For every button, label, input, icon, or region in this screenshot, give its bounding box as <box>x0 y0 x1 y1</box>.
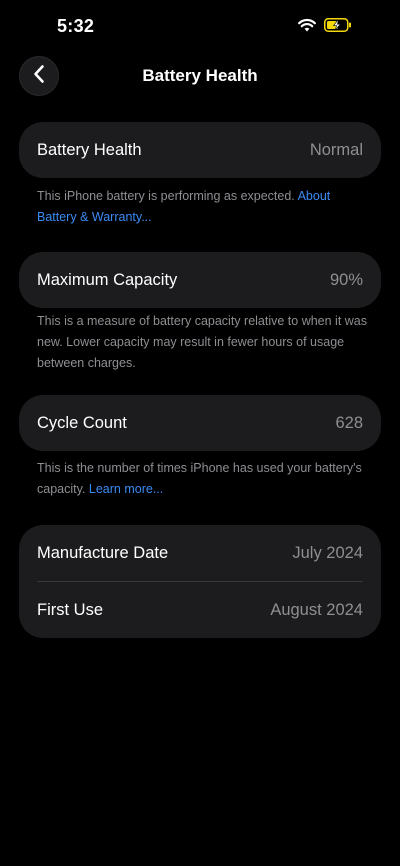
battery-health-note: This iPhone battery is performing as exp… <box>37 186 367 228</box>
status-time: 5:32 <box>57 16 95 36</box>
wifi-icon <box>298 18 316 37</box>
cycle-count-note-text: This is the number of times iPhone has u… <box>37 461 362 496</box>
battery-health-row: Battery Health Normal <box>19 122 381 178</box>
cycle-count-note: This is the number of times iPhone has u… <box>37 458 367 500</box>
first-use-label: First Use <box>37 600 103 619</box>
manufacture-date-value: July 2024 <box>292 543 363 562</box>
battery-health-value: Normal <box>309 140 363 159</box>
nav-bar: Battery Health <box>0 54 400 98</box>
first-use-row: First Use August 2024 <box>19 582 381 638</box>
dates-card: Manufacture Date July 2024 First Use Aug… <box>19 525 381 638</box>
battery-health-card: Battery Health Normal <box>19 122 381 178</box>
cycle-count-value: 628 <box>335 413 363 432</box>
maximum-capacity-label: Maximum Capacity <box>37 270 178 289</box>
manufacture-date-row: Manufacture Date July 2024 <box>19 525 381 581</box>
cycle-count-row: Cycle Count 628 <box>19 395 381 451</box>
page-title: Battery Health <box>142 66 258 85</box>
status-bar: 5:32 <box>0 0 400 52</box>
battery-health-note-text: This iPhone battery is performing as exp… <box>37 189 295 203</box>
maximum-capacity-card: Maximum Capacity 90% <box>19 252 381 308</box>
first-use-value: August 2024 <box>270 600 363 619</box>
manufacture-date-label: Manufacture Date <box>37 543 169 562</box>
maximum-capacity-note: This is a measure of battery capacity re… <box>37 314 368 370</box>
maximum-capacity-value: 90% <box>329 270 363 289</box>
status-icons <box>298 18 352 37</box>
learn-more-link[interactable]: Learn more... <box>89 482 163 496</box>
maximum-capacity-row: Maximum Capacity 90% <box>19 252 381 308</box>
cycle-count-label: Cycle Count <box>37 413 127 432</box>
cycle-count-card: Cycle Count 628 <box>19 395 381 451</box>
battery-health-label: Battery Health <box>37 140 142 159</box>
battery-charging-icon <box>324 18 352 37</box>
